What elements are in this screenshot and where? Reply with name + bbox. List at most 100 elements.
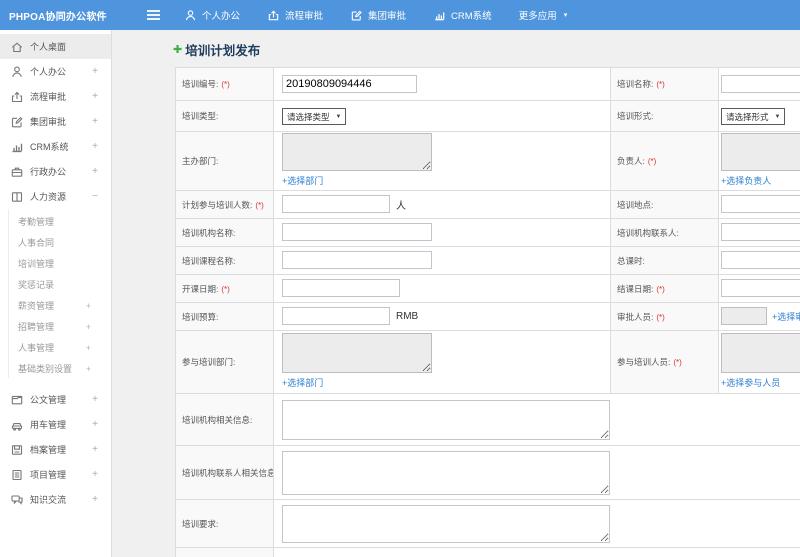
select-leader-link[interactable]: +选择负责人 (721, 174, 771, 187)
sidebar-item-salary[interactable]: 薪资管理 + (0, 295, 111, 316)
sidebar-item-label: 公文管理 (30, 395, 67, 405)
host-department-textarea[interactable] (282, 133, 432, 171)
sidebar-item-vehicle[interactable]: 用车管理 + (0, 412, 111, 437)
sidebar-item-personal-desktop[interactable]: 个人桌面 (0, 34, 111, 59)
sidebar-item-label: 薪资管理 (18, 301, 55, 311)
sidebar-item-label: 行政办公 (30, 167, 67, 177)
sidebar-item-archive[interactable]: 档案管理 + (0, 437, 111, 462)
main-content: ✚ 培训计划发布 培训编号:(*) 培训名称:(*) 培训类型: 请选择类型▼ … (113, 30, 800, 557)
hamburger-icon[interactable] (144, 6, 162, 24)
sidebar-item-personnel[interactable]: 人事管理 + (0, 337, 111, 358)
training-location-input[interactable] (721, 195, 800, 214)
participating-departments-textarea[interactable] (282, 333, 432, 373)
select-approver-link[interactable]: +选择审批人员 (772, 310, 800, 323)
participants-textarea[interactable] (721, 333, 800, 373)
field-label: 计划参与培训人数: (*) (175, 190, 274, 219)
expander: + (85, 321, 91, 332)
field-label: 附件文档: (175, 547, 274, 557)
field-label: 培训编号: (*) (175, 67, 274, 101)
expander: + (92, 394, 98, 405)
sidebar-item-rewards[interactable]: 奖惩记录 (0, 274, 111, 295)
expander: + (85, 300, 91, 311)
field-label: 培训类型: (175, 100, 274, 132)
nav-label: 集团审批 (368, 11, 407, 22)
expander: + (92, 141, 98, 152)
nav-group-approval[interactable]: 集团审批 (350, 8, 406, 22)
field-label: 参与培训部门: (175, 330, 274, 394)
start-date-input[interactable] (282, 279, 400, 298)
nav-label: 更多应用 (518, 11, 557, 22)
car-icon (10, 418, 24, 432)
nav-personal-office[interactable]: 个人办公 (184, 8, 240, 22)
field-label: 培训机构联系人: (610, 218, 719, 247)
institution-info-textarea[interactable] (282, 399, 610, 440)
approver-input[interactable] (721, 307, 767, 326)
flow-approval-icon (267, 9, 280, 22)
home-icon (10, 40, 24, 54)
field-label: 培训要求: (175, 499, 274, 548)
institution-name-input[interactable] (282, 223, 432, 242)
sidebar-item-workflow-approval[interactable]: 流程审批 + (0, 84, 111, 109)
sidebar-item-project[interactable]: 项目管理 + (0, 462, 111, 487)
training-requirements-textarea[interactable] (282, 504, 610, 543)
total-hours-input[interactable] (721, 251, 800, 270)
sidebar-item-personal-office[interactable]: 个人办公 + (0, 59, 111, 84)
training-number-input[interactable] (282, 74, 417, 93)
sidebar: 个人桌面 个人办公 + 流程审批 + 集团审批 + CRM系统 + 行政办公 +… (0, 30, 112, 557)
expander: + (92, 166, 98, 177)
briefcase-icon (10, 165, 24, 179)
field-label: 培训地点: (610, 190, 719, 219)
select-participants-link[interactable]: +选择参与人员 (721, 376, 780, 389)
sidebar-item-label: 集团审批 (30, 117, 67, 127)
training-type-select[interactable]: 请选择类型 ▼ (282, 108, 347, 126)
sidebar-item-training[interactable]: 培训管理 (0, 253, 111, 274)
institution-contact-info-textarea[interactable] (282, 450, 610, 495)
training-name-input[interactable] (721, 74, 800, 93)
currency-suffix: RMB (396, 310, 419, 322)
institution-contact-input[interactable] (721, 223, 800, 242)
course-name-input[interactable] (282, 251, 432, 270)
sidebar-item-label: 基础类别设置 (18, 364, 73, 374)
person-icon (184, 9, 197, 22)
edit-icon (10, 115, 24, 129)
field-label: 培训机构名称: (175, 218, 274, 247)
nav-label: 流程审批 (285, 11, 324, 22)
expander: + (92, 116, 98, 127)
sidebar-item-knowledge[interactable]: 知识交流 + (0, 487, 111, 512)
sidebar-item-label: 招聘管理 (18, 322, 55, 332)
budget-input[interactable] (282, 307, 390, 326)
clipboard-icon (10, 468, 24, 482)
person-icon (10, 65, 24, 79)
field-label: 结课日期: (*) (610, 274, 719, 303)
nav-more-apps[interactable]: 更多应用 ▾ (519, 8, 568, 22)
sidebar-item-crm[interactable]: CRM系统 + (0, 134, 111, 159)
sidebar-item-hr-contract[interactable]: 人事合同 (0, 232, 111, 253)
field-label: 培训预算: (175, 302, 274, 331)
training-form-table: 培训编号:(*) 培训名称:(*) 培训类型: 请选择类型▼ 培训形式: 请选择… (175, 67, 800, 557)
expander: + (92, 66, 98, 77)
sidebar-item-attendance[interactable]: 考勤管理 (0, 211, 111, 232)
field-label: 审批人员: (*) (610, 302, 719, 331)
sidebar-item-base-category[interactable]: 基础类别设置 + (0, 358, 111, 379)
sidebar-item-label: 人事合同 (18, 238, 55, 248)
field-label: 主办部门: (175, 131, 274, 191)
end-date-input[interactable] (721, 279, 800, 298)
planned-participants-input[interactable] (282, 195, 390, 214)
sidebar-item-label: 档案管理 (30, 445, 67, 455)
training-form-select[interactable]: 请选择形式 ▼ (721, 108, 786, 126)
select-department-link[interactable]: +选择部门 (282, 376, 323, 389)
sidebar-item-group-approval[interactable]: 集团审批 + (0, 109, 111, 134)
sidebar-item-document[interactable]: 公文管理 + (0, 387, 111, 412)
select-department-link[interactable]: +选择部门 (282, 174, 323, 187)
top-nav: 个人办公 流程审批 集团审批 CRM系统 更多应用 ▾ (184, 8, 567, 22)
flow-approval-icon (10, 90, 24, 104)
sidebar-item-admin-office[interactable]: 行政办公 + (0, 159, 111, 184)
sidebar-item-hr[interactable]: 人力资源 − (0, 184, 111, 209)
sidebar-item-recruitment[interactable]: 招聘管理 + (0, 316, 111, 337)
nav-workflow-approval[interactable]: 流程审批 (267, 8, 323, 22)
archive-icon (10, 443, 24, 457)
sidebar-item-label: 用车管理 (30, 420, 67, 430)
nav-crm[interactable]: CRM系统 (433, 8, 492, 22)
sidebar-item-label: 人力资源 (30, 192, 67, 202)
leader-textarea[interactable] (721, 133, 800, 171)
